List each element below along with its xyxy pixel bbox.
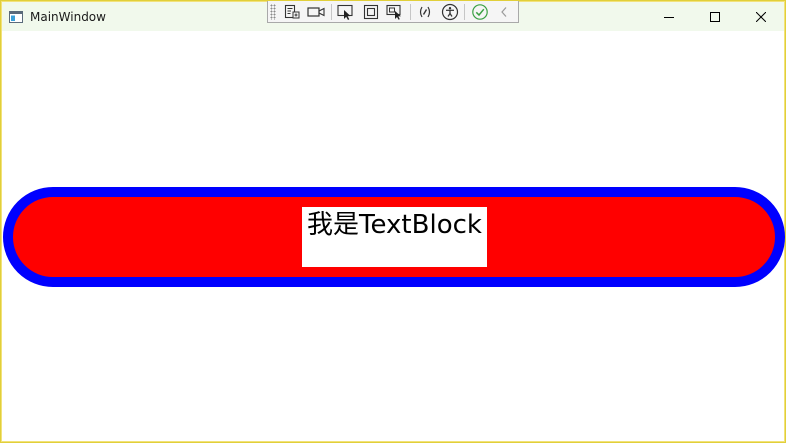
app-window-icon [8,9,24,25]
binding-failures-icon [420,6,431,17]
hot-reload-status-button[interactable] [469,2,490,22]
maximize-icon [710,11,720,22]
maximize-button[interactable] [692,2,738,31]
select-element-button[interactable] [336,2,357,22]
collapse-toolbar-button[interactable] [494,2,515,22]
close-button[interactable] [738,2,784,31]
minimize-button[interactable] [646,2,692,31]
window-title: MainWindow [30,9,106,24]
display-layout-adorners-button[interactable] [360,2,381,22]
accessibility-button[interactable] [439,2,460,22]
binding-failures-button[interactable] [415,2,436,22]
track-focused-element-icon [386,4,401,20]
toolbar-grip[interactable] [270,3,276,20]
minimize-icon [664,16,674,18]
accessibility-icon [441,3,458,20]
window-content: 我是TextBlock [2,31,785,441]
video-camera-icon [307,6,325,17]
checkmark-icon [472,3,488,20]
display-layout-adorners-icon [363,4,378,19]
toolbar-separator [464,3,466,20]
go-to-live-visual-tree-icon [284,4,299,18]
text-block: 我是TextBlock [302,207,487,267]
close-icon [756,11,766,22]
video-camera-button[interactable] [305,2,326,22]
track-focused-element-button[interactable] [384,2,405,22]
main-window: MainWindow 我是TextBlock [0,0,786,443]
select-element-icon [337,4,353,20]
go-to-live-visual-tree-button[interactable] [281,2,302,22]
xaml-debug-toolbar [267,1,519,23]
toolbar-separator [330,3,332,20]
caption-buttons [646,2,784,31]
collapse-chevron-icon [501,6,507,17]
toolbar-separator [409,3,411,20]
